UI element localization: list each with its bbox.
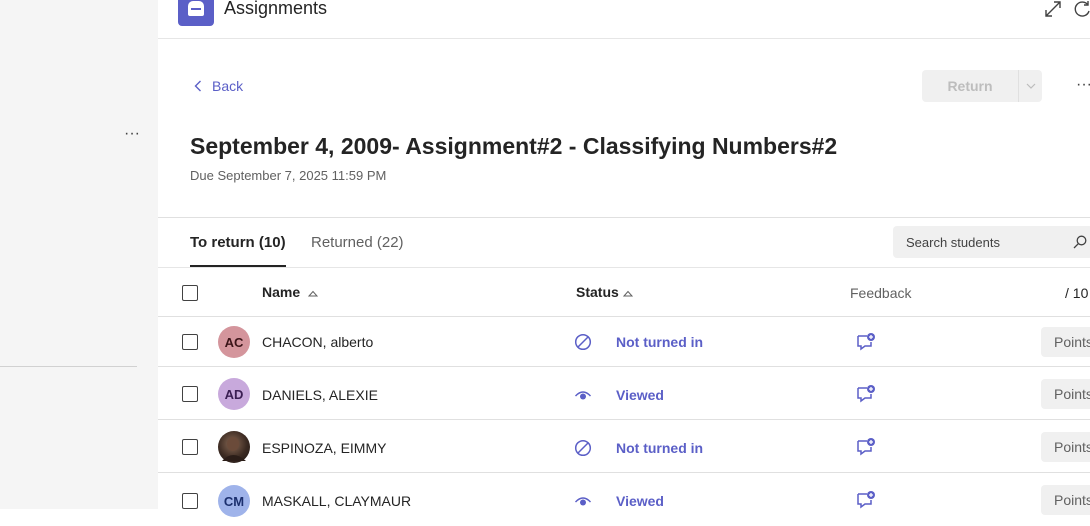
points-column-header: / 10 [1065, 285, 1089, 301]
avatar [218, 431, 250, 463]
status-link[interactable]: Not turned in [616, 334, 703, 350]
points-input[interactable]: Points [1041, 327, 1090, 357]
status-column-header[interactable]: Status [576, 284, 619, 300]
add-feedback-icon[interactable] [856, 332, 876, 352]
select-all-checkbox[interactable] [182, 285, 198, 301]
avatar: AD [218, 378, 250, 410]
chevron-left-icon [194, 80, 201, 92]
row-checkbox[interactable] [182, 334, 198, 350]
status-link[interactable]: Not turned in [616, 440, 703, 456]
not-turned-in-icon [574, 439, 592, 457]
return-dropdown[interactable] [1018, 70, 1042, 102]
add-feedback-icon[interactable] [856, 384, 876, 404]
search-input[interactable] [893, 234, 1063, 250]
student-name: DANIELS, ALEXIE [262, 387, 378, 403]
add-feedback-icon[interactable] [856, 437, 876, 457]
search-box [893, 226, 1090, 258]
back-button[interactable]: Back [194, 76, 243, 96]
student-name: ESPINOZA, EIMMY [262, 440, 387, 456]
left-divider [0, 366, 137, 367]
table-row[interactable]: CM MASKALL, CLAYMAUR Viewed Points [158, 473, 1090, 526]
student-name: CHACON, alberto [262, 334, 374, 350]
app-title: Assignments [224, 0, 328, 18]
points-input[interactable]: Points [1041, 379, 1090, 409]
eye-icon [574, 391, 592, 400]
name-column-header[interactable]: Name [262, 284, 300, 300]
page-title: September 4, 2009- Assignment#2 - Classi… [190, 133, 838, 159]
points-input[interactable]: Points [1041, 485, 1090, 515]
tab-returned[interactable]: Returned (22) [311, 234, 404, 251]
divider [158, 217, 1090, 218]
not-turned-in-icon [574, 333, 592, 351]
row-checkbox[interactable] [182, 386, 198, 402]
tab-to-return[interactable]: To return (10) [190, 234, 286, 251]
sort-ascending-icon [623, 290, 633, 297]
add-feedback-icon[interactable] [856, 490, 876, 510]
points-input[interactable]: Points [1041, 432, 1090, 462]
main-panel: Assignments Back Return ··· September 4,… [158, 0, 1090, 517]
table-row[interactable]: AD DANIELS, ALEXIE Viewed Points [158, 367, 1090, 420]
row-checkbox[interactable] [182, 493, 198, 509]
due-date: Due September 7, 2025 11:59 PM [190, 168, 387, 183]
avatar: AC [218, 326, 250, 358]
sort-ascending-icon [308, 290, 318, 297]
avatar: CM [218, 485, 250, 517]
app-header: Assignments [158, 0, 1090, 39]
return-button[interactable]: Return [922, 70, 1018, 102]
more-options-icon[interactable]: ··· [1076, 76, 1090, 94]
chevron-down-icon [1026, 83, 1035, 89]
left-pane: ··· [0, 0, 158, 509]
table-row[interactable]: ESPINOZA, EIMMY Not turned in Points [158, 420, 1090, 473]
back-label: Back [212, 78, 244, 94]
profile-photo [222, 437, 246, 461]
more-options-icon[interactable]: ··· [124, 124, 140, 144]
student-name: MASKALL, CLAYMAUR [262, 493, 412, 509]
expand-icon[interactable] [1044, 0, 1062, 18]
status-link[interactable]: Viewed [616, 493, 664, 509]
feedback-column-header: Feedback [850, 285, 912, 301]
return-split-button: Return [922, 70, 1042, 102]
assignments-app-icon [178, 0, 214, 26]
table-row[interactable]: AC CHACON, alberto Not turned in Points [158, 317, 1090, 367]
row-checkbox[interactable] [182, 439, 198, 455]
table-header: Name Status Feedback / 10 [158, 267, 1090, 317]
eye-icon [574, 497, 592, 506]
search-icon[interactable] [1073, 235, 1087, 249]
status-link[interactable]: Viewed [616, 387, 664, 403]
refresh-icon[interactable] [1074, 0, 1090, 18]
